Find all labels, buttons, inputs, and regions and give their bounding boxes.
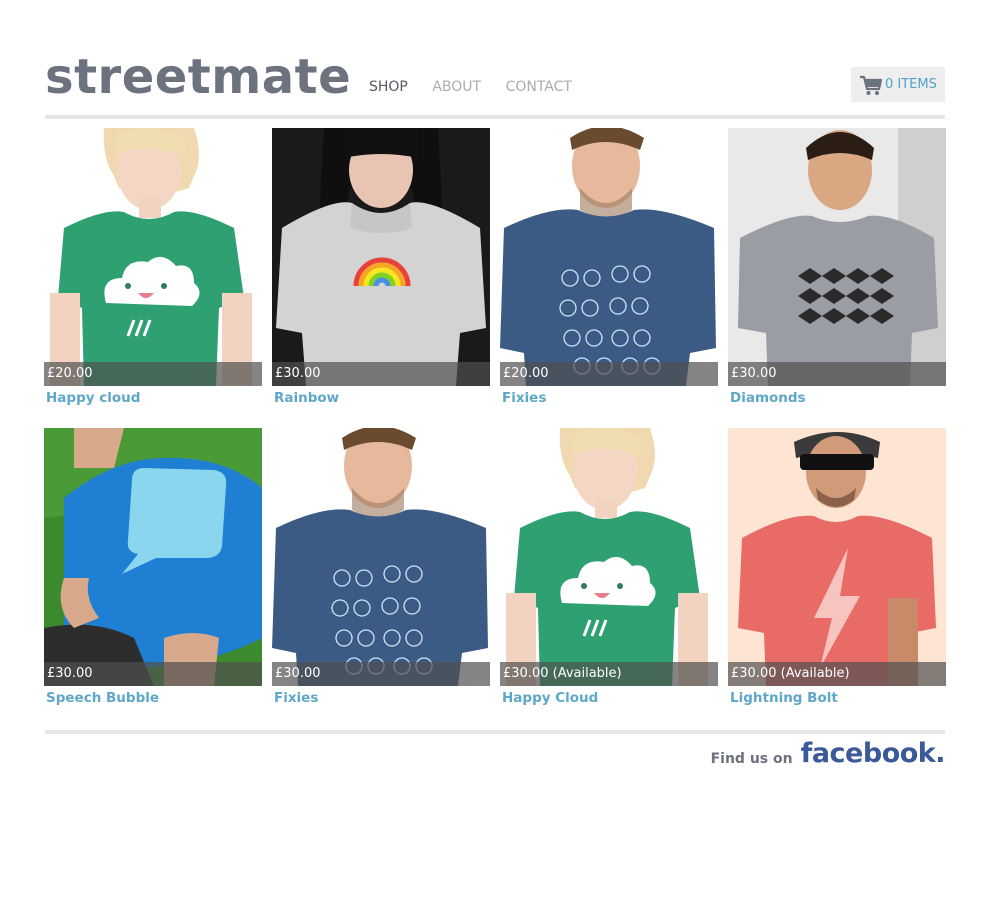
shopping-cart-icon bbox=[860, 75, 883, 95]
product-image[interactable]: £30.00 bbox=[272, 128, 490, 386]
product-price: £30.00 (Available) bbox=[500, 662, 718, 686]
product-image[interactable]: £30.00 (Available) bbox=[728, 428, 946, 686]
nav-about[interactable]: ABOUT bbox=[432, 79, 481, 95]
product-image[interactable]: £30.00 bbox=[272, 428, 490, 686]
cart-button[interactable]: 0 ITEMS bbox=[851, 67, 945, 102]
product-card: £30.00 Speech Bubble bbox=[44, 428, 262, 706]
product-card: £30.00 Fixies bbox=[272, 428, 490, 706]
product-name-link[interactable]: Happy cloud bbox=[44, 390, 262, 406]
header-divider bbox=[45, 115, 945, 119]
site-header: streetmate SHOP ABOUT CONTACT 0 ITEMS bbox=[45, 48, 945, 108]
product-price: £30.00 bbox=[728, 362, 946, 386]
product-price: £20.00 bbox=[500, 362, 718, 386]
product-image[interactable]: £30.00 bbox=[728, 128, 946, 386]
product-card: £30.00 (Available) Lightning Bolt bbox=[728, 428, 946, 706]
product-image[interactable]: £30.00 bbox=[44, 428, 262, 686]
product-card: £30.00 Diamonds bbox=[728, 128, 946, 406]
product-name-link[interactable]: Speech Bubble bbox=[44, 690, 262, 706]
nav-shop[interactable]: SHOP bbox=[369, 79, 408, 95]
product-image[interactable]: £30.00 (Available) bbox=[500, 428, 718, 686]
main-nav: SHOP ABOUT CONTACT bbox=[369, 78, 592, 96]
product-card: £30.00 (Available) Happy Cloud bbox=[500, 428, 718, 706]
product-image[interactable]: £20.00 bbox=[500, 128, 718, 386]
product-price: £20.00 bbox=[44, 362, 262, 386]
product-name-link[interactable]: Lightning Bolt bbox=[728, 690, 946, 706]
footer-divider bbox=[45, 730, 945, 734]
product-name-link[interactable]: Fixies bbox=[500, 390, 718, 406]
product-card: £30.00 Rainbow bbox=[272, 128, 490, 406]
product-name-link[interactable]: Diamonds bbox=[728, 390, 946, 406]
facebook-link[interactable]: Find us on facebook. bbox=[710, 738, 946, 769]
cart-count: 0 ITEMS bbox=[885, 77, 937, 92]
nav-contact[interactable]: CONTACT bbox=[506, 79, 572, 95]
product-name-link[interactable]: Rainbow bbox=[272, 390, 490, 406]
product-name-link[interactable]: Happy Cloud bbox=[500, 690, 718, 706]
product-price: £30.00 bbox=[272, 362, 490, 386]
site-logo[interactable]: streetmate bbox=[45, 48, 351, 106]
product-price: £30.00 bbox=[44, 662, 262, 686]
product-card: £20.00 Fixies bbox=[500, 128, 718, 406]
product-image[interactable]: £20.00 bbox=[44, 128, 262, 386]
product-name-link[interactable]: Fixies bbox=[272, 690, 490, 706]
product-card: £20.00 Happy cloud bbox=[44, 128, 262, 406]
facebook-logo[interactable]: facebook. bbox=[801, 738, 946, 769]
product-price: £30.00 (Available) bbox=[728, 662, 946, 686]
product-price: £30.00 bbox=[272, 662, 490, 686]
find-us-label: Find us on bbox=[710, 751, 793, 767]
